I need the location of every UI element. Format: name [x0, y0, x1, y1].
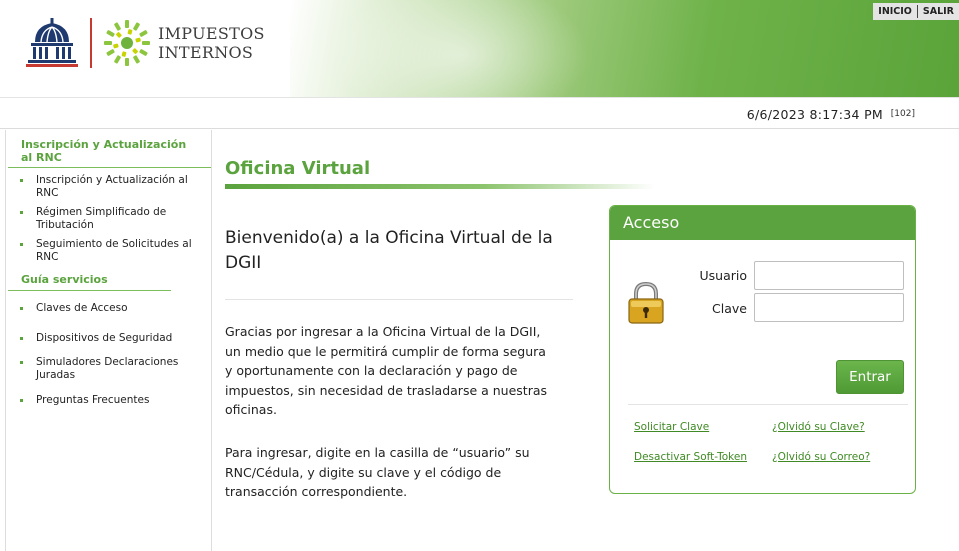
sidebar-item-claves[interactable]: Claves de Acceso: [20, 302, 128, 315]
bullet-icon: [20, 337, 23, 340]
sidebar-section-rule: [8, 290, 171, 291]
inicio-link[interactable]: INICIO: [873, 3, 917, 20]
desactivar-softtoken-link[interactable]: Desactivar Soft-Token: [634, 451, 747, 463]
salir-link[interactable]: SALIR: [918, 3, 959, 20]
bullet-icon: [20, 361, 23, 364]
username-input[interactable]: [754, 261, 904, 290]
date-bar: 6/6/2023 8:17:34 PM [102]: [0, 97, 959, 129]
sidebar-item-regimen[interactable]: Régimen Simplificado de Tributación: [20, 206, 166, 232]
top-nav: INICIO SALIR: [873, 3, 959, 20]
bullet-icon: [20, 211, 23, 214]
sidebar-item-seguimiento[interactable]: Seguimiento de Solicitudes al RNC: [20, 238, 192, 264]
sidebar-section-rule: [8, 167, 211, 168]
brand-wordmark: IMPUESTOS INTERNOS: [158, 24, 265, 62]
sidebar-section-guia-title: Guía servicios: [21, 273, 108, 286]
sidebar-item-preguntas[interactable]: Preguntas Frecuentes: [20, 394, 149, 407]
header-green-banner: [290, 0, 959, 97]
olvido-correo-link[interactable]: ¿Olvidó su Correo?: [772, 451, 870, 463]
current-datetime: 6/6/2023 8:17:34 PM: [746, 107, 883, 122]
username-label: Usuario: [699, 268, 747, 283]
bullet-icon: [20, 243, 23, 246]
entrar-button[interactable]: Entrar: [836, 360, 904, 394]
impuestos-sun-logo-icon: [104, 20, 150, 66]
olvido-clave-link[interactable]: ¿Olvidó su Clave?: [772, 421, 865, 433]
logo-divider: [90, 18, 92, 68]
password-input[interactable]: [754, 293, 904, 322]
welcome-heading: Bienvenido(a) a la Oficina Virtual de la…: [225, 228, 553, 273]
server-code: [102]: [890, 109, 915, 119]
bullet-icon: [20, 399, 23, 402]
solicitar-clave-link[interactable]: Solicitar Clave: [634, 421, 709, 433]
sidebar-item-inscripcion[interactable]: Inscripción y Actualización al RNC: [20, 174, 188, 200]
sidebar: Inscripción y Actualización al RNC Inscr…: [5, 130, 212, 551]
instructions-paragraph: Para ingresar, digite en la casilla de “…: [225, 445, 530, 499]
brand-line-1: IMPUESTOS: [158, 24, 265, 43]
sidebar-item-dispositivos[interactable]: Dispositivos de Seguridad: [20, 332, 172, 345]
bullet-icon: [20, 179, 23, 182]
login-panel-title: Acceso: [610, 206, 915, 240]
title-underline: [225, 184, 655, 189]
dgii-dome-logo-icon: [26, 18, 78, 67]
login-panel: Acceso Usuario Clave Entrar Solicitar Cl…: [609, 205, 916, 494]
login-divider: [628, 404, 908, 405]
page-title: Oficina Virtual: [225, 158, 371, 179]
bullet-icon: [20, 307, 23, 310]
sidebar-section-rnc-title: Inscripción y Actualización al RNC: [21, 138, 187, 164]
password-label: Clave: [712, 301, 747, 316]
padlock-icon: [628, 281, 664, 324]
sidebar-item-simuladores[interactable]: Simuladores Declaraciones Juradas: [20, 356, 178, 382]
brand-line-2: INTERNOS: [158, 43, 254, 62]
intro-paragraph: Gracias por ingresar a la Oficina Virtua…: [225, 324, 548, 417]
site-header: IMPUESTOS INTERNOS INICIO SALIR: [0, 0, 959, 97]
content-divider: [225, 299, 573, 300]
